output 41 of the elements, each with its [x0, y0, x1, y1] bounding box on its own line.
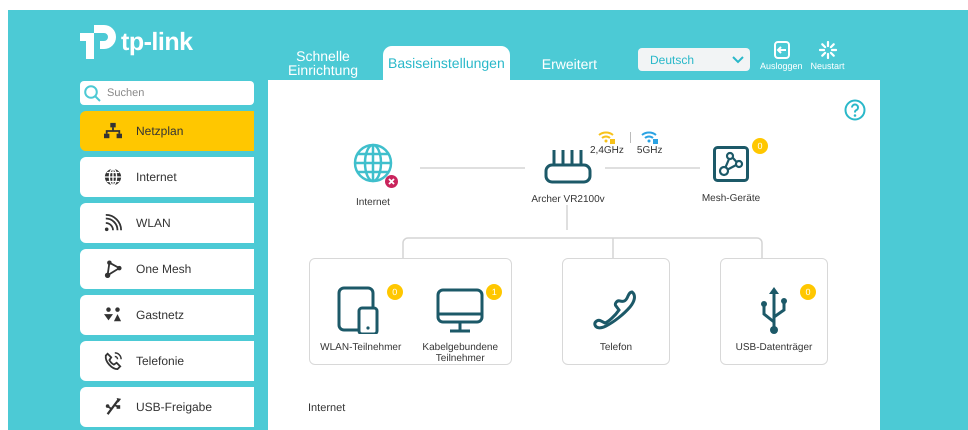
network-icon	[104, 122, 122, 140]
device-label: USB-Datenträger	[736, 342, 812, 353]
node-label: Archer VR2100v	[531, 194, 605, 205]
globe-icon	[104, 168, 122, 186]
router-icon	[544, 148, 592, 184]
search-field[interactable]: Suchen	[80, 81, 254, 105]
logo: tp-link	[80, 23, 192, 61]
band-label: 5GHz	[636, 145, 662, 156]
nodes-icon	[104, 260, 122, 278]
device-label: Kabelgebundene Teilnehmer	[421, 342, 500, 364]
device-card[interactable]: 0 USB-Datenträger	[720, 258, 828, 365]
sidebar-item[interactable]: Gastnetz	[80, 295, 254, 335]
sidebar-item[interactable]: Internet	[80, 157, 254, 197]
count-badge: 0	[752, 138, 768, 154]
band-label: 2,4GHz	[590, 145, 624, 156]
monitor-icon	[436, 286, 484, 334]
node-label: Internet	[356, 197, 390, 208]
node-label: Mesh-Geräte	[702, 193, 760, 204]
sidebar-item[interactable]: One Mesh	[80, 249, 254, 289]
logo-mark-icon	[80, 23, 118, 61]
people-icon	[104, 306, 122, 324]
sidebar-item[interactable]: WLAN	[80, 203, 254, 243]
logout-icon	[772, 41, 790, 59]
phone-icon	[104, 352, 122, 370]
count-badge: 1	[486, 284, 502, 300]
help-icon[interactable]	[844, 99, 866, 121]
sidebar-item[interactable]: Netzplan	[80, 111, 254, 151]
sidebar-item[interactable]: Telefonie	[80, 341, 254, 381]
device-card[interactable]: 0 WLAN-Teilnehmer 1 Kabelgebundene Teilnehmer	[309, 258, 512, 365]
reboot-icon	[818, 41, 837, 59]
mesh-icon	[713, 146, 749, 182]
section-title: Internet	[307, 402, 346, 414]
chevron-down-icon	[732, 56, 744, 64]
globe-icon	[353, 143, 393, 183]
sidebar-item[interactable]: USB-Freigabe	[80, 387, 254, 427]
device-card[interactable]: Telefon	[562, 258, 670, 365]
device-label: Telefon	[600, 342, 632, 353]
count-badge: 0	[386, 284, 403, 300]
wifi-icon	[104, 214, 122, 232]
count-badge: 0	[800, 284, 816, 300]
device-label: WLAN-Teilnehmer	[320, 342, 402, 353]
